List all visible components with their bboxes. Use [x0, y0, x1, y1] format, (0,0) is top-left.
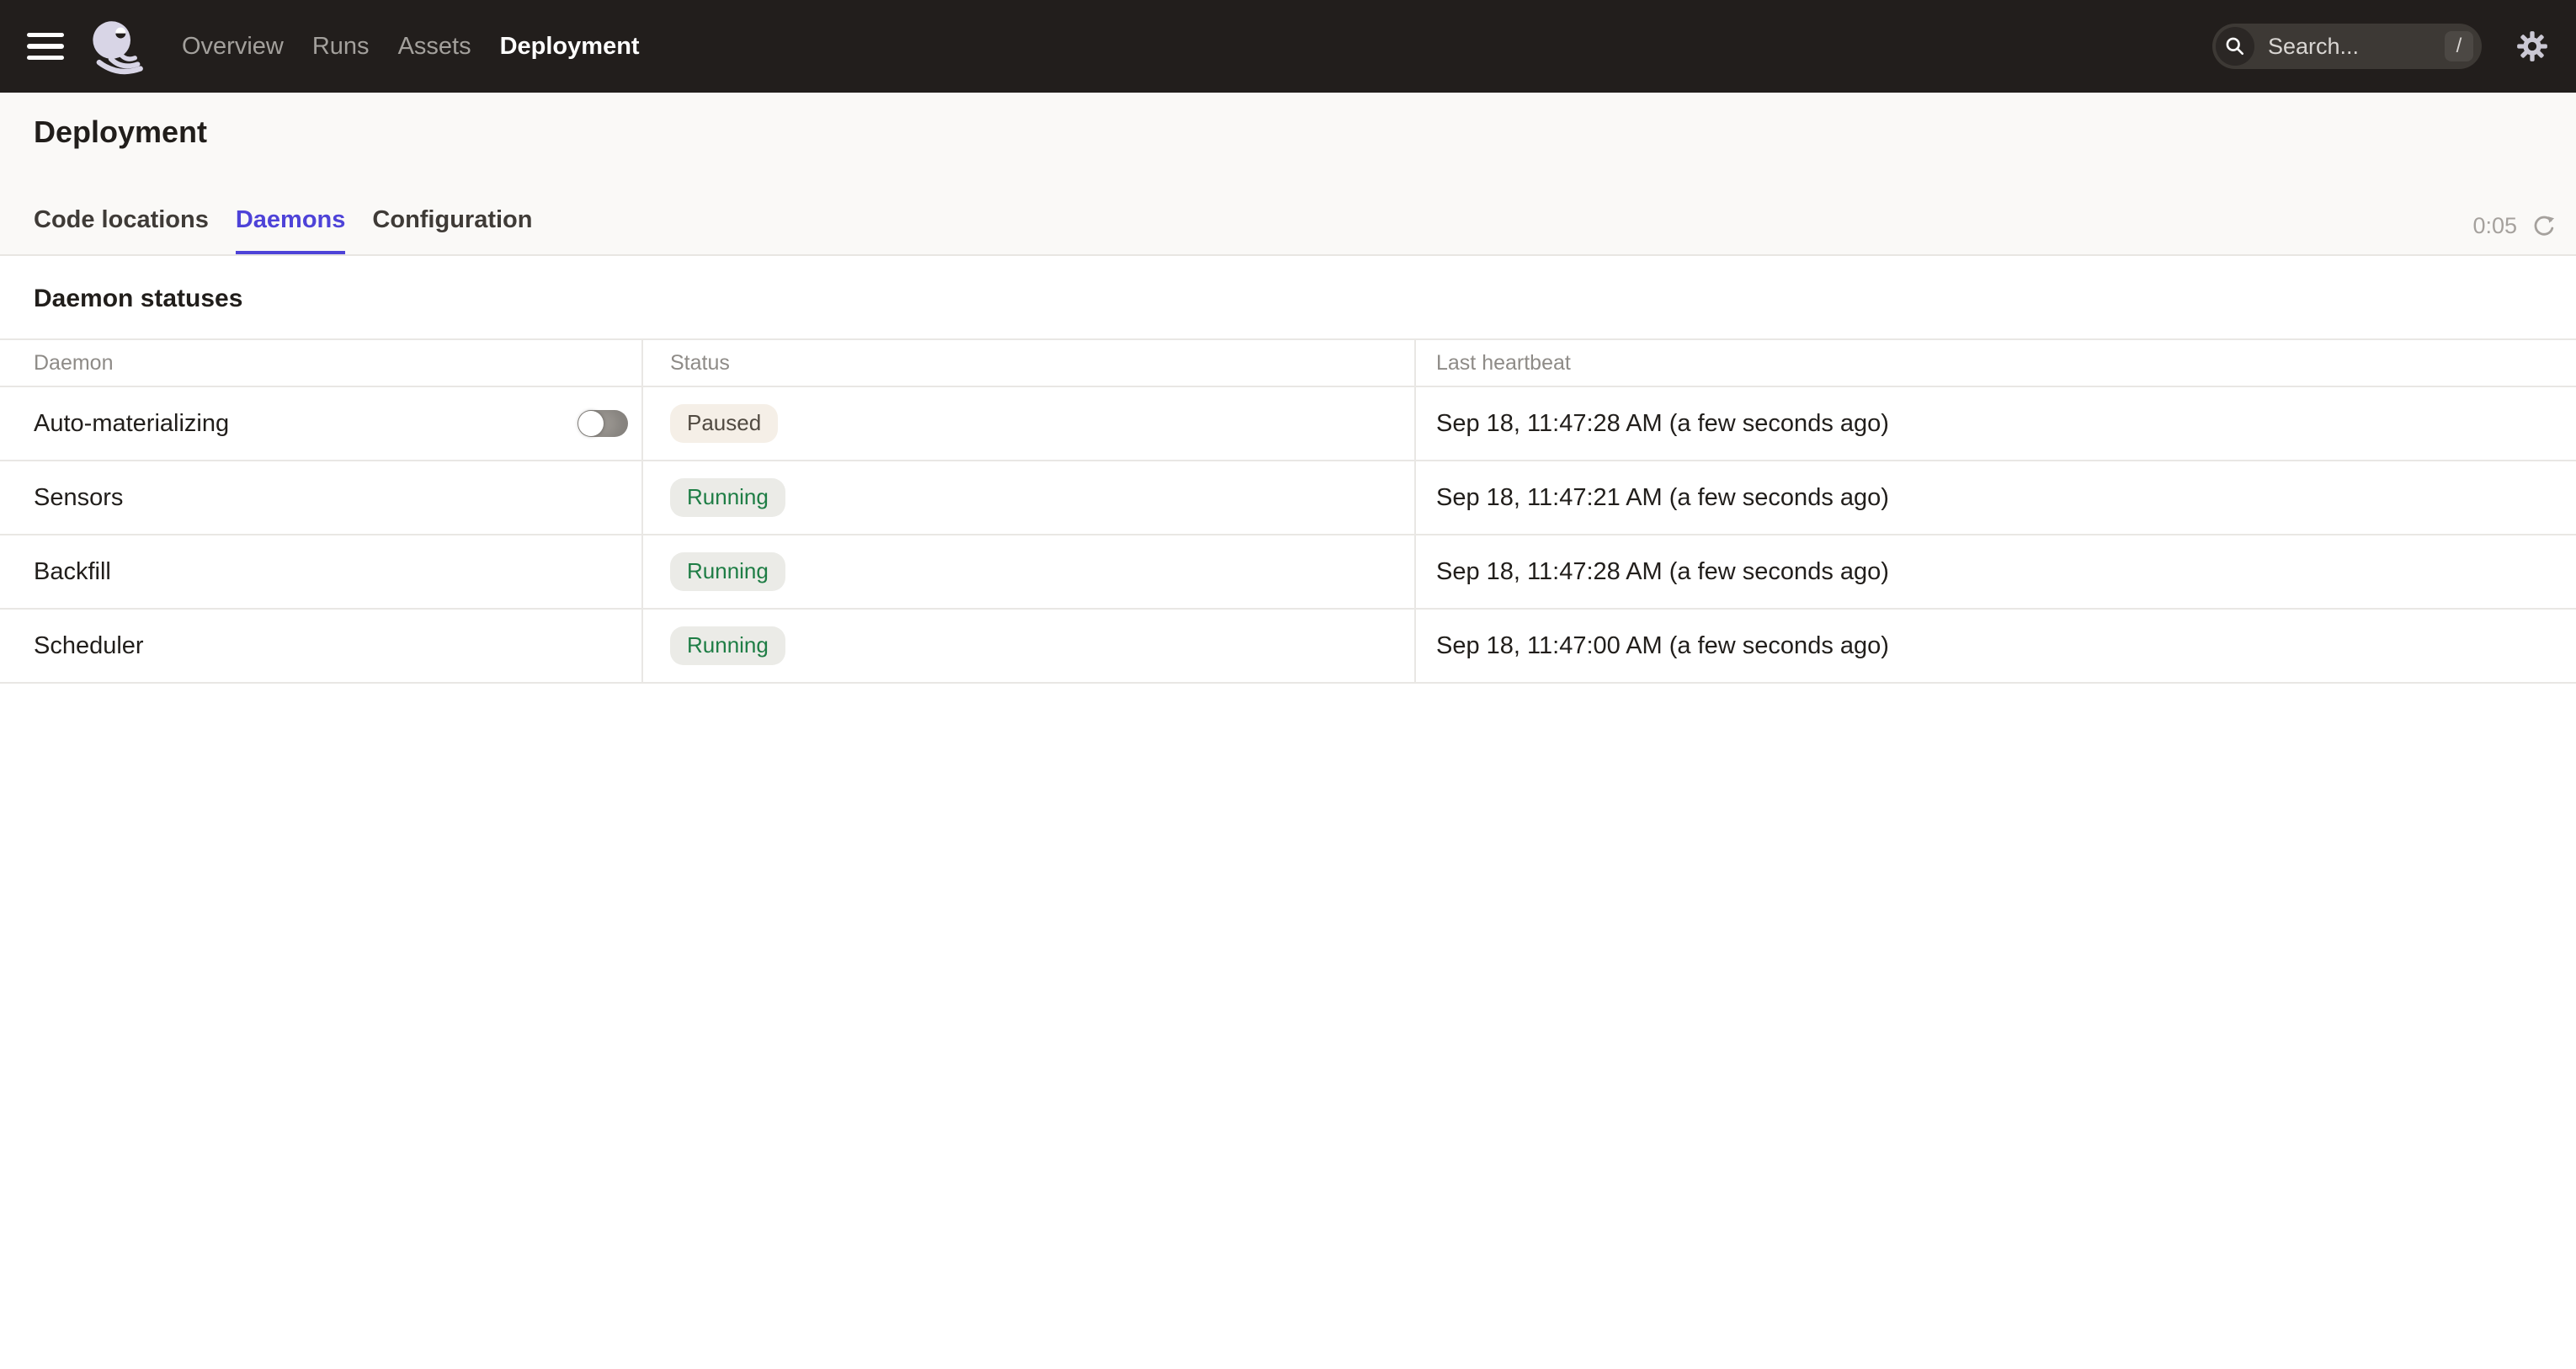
tab-configuration[interactable]: Configuration — [372, 206, 532, 254]
status-badge: Running — [670, 626, 785, 665]
section-heading: Daemon statuses — [34, 285, 2576, 313]
page-title: Deployment — [34, 115, 207, 150]
search-input[interactable] — [2268, 34, 2403, 60]
hamburger-icon[interactable] — [27, 33, 64, 60]
last-heartbeat-value: Sep 18, 11:47:00 AM (a few seconds ago) — [1436, 632, 1889, 660]
daemon-name: Backfill — [34, 558, 111, 586]
top-navbar: Overview Runs Assets Deployment / — [0, 0, 2576, 93]
status-badge: Paused — [670, 404, 778, 443]
search-box[interactable]: / — [2212, 24, 2482, 69]
daemon-status-table: Daemon Status Last heartbeat Auto-materi… — [0, 338, 2576, 684]
daemon-name: Scheduler — [34, 632, 144, 660]
refresh-icon[interactable] — [2532, 215, 2556, 238]
tab-daemons[interactable]: Daemons — [236, 206, 346, 254]
search-icon — [2216, 27, 2254, 66]
tab-code-locations[interactable]: Code locations — [34, 206, 209, 254]
nav-item-runs[interactable]: Runs — [312, 33, 370, 61]
refresh-area: 0:05 — [2472, 213, 2556, 239]
toggle-knob — [578, 411, 604, 436]
nav-item-assets[interactable]: Assets — [398, 33, 471, 61]
table-row: Sensors Running Sep 18, 11:47:21 AM (a f… — [0, 461, 2576, 535]
auto-materializing-toggle[interactable] — [577, 410, 628, 437]
last-heartbeat-value: Sep 18, 11:47:21 AM (a few seconds ago) — [1436, 484, 1889, 512]
navbar-right: / — [2212, 24, 2549, 69]
last-heartbeat-value: Sep 18, 11:47:28 AM (a few seconds ago) — [1436, 558, 1889, 586]
dagster-logo[interactable] — [88, 14, 145, 78]
table-row: Scheduler Running Sep 18, 11:47:00 AM (a… — [0, 610, 2576, 684]
table-header-row: Daemon Status Last heartbeat — [0, 340, 2576, 387]
daemon-name: Auto-materializing — [34, 410, 229, 438]
search-shortcut-key: / — [2445, 31, 2473, 61]
gear-icon[interactable] — [2515, 29, 2549, 63]
nav-item-overview[interactable]: Overview — [182, 33, 284, 61]
refresh-countdown: 0:05 — [2472, 213, 2517, 239]
column-header-status: Status — [643, 340, 1416, 386]
table-row: Backfill Running Sep 18, 11:47:28 AM (a … — [0, 535, 2576, 610]
dagster-logo-icon — [88, 18, 145, 75]
status-badge: Running — [670, 552, 785, 591]
daemon-name: Sensors — [34, 484, 123, 512]
last-heartbeat-value: Sep 18, 11:47:28 AM (a few seconds ago) — [1436, 410, 1889, 438]
column-header-last-heartbeat: Last heartbeat — [1416, 340, 2576, 386]
primary-nav: Overview Runs Assets Deployment — [182, 33, 640, 61]
tab-bar: Code locations Daemons Configuration — [34, 206, 532, 254]
page-header: Deployment Code locations Daemons Config… — [0, 93, 2576, 256]
column-header-daemon: Daemon — [0, 340, 643, 386]
nav-item-deployment[interactable]: Deployment — [500, 33, 640, 61]
status-badge: Running — [670, 478, 785, 517]
table-row: Auto-materializing Paused Sep 18, 11:47:… — [0, 387, 2576, 461]
app-root: Overview Runs Assets Deployment / — [0, 0, 2576, 1369]
